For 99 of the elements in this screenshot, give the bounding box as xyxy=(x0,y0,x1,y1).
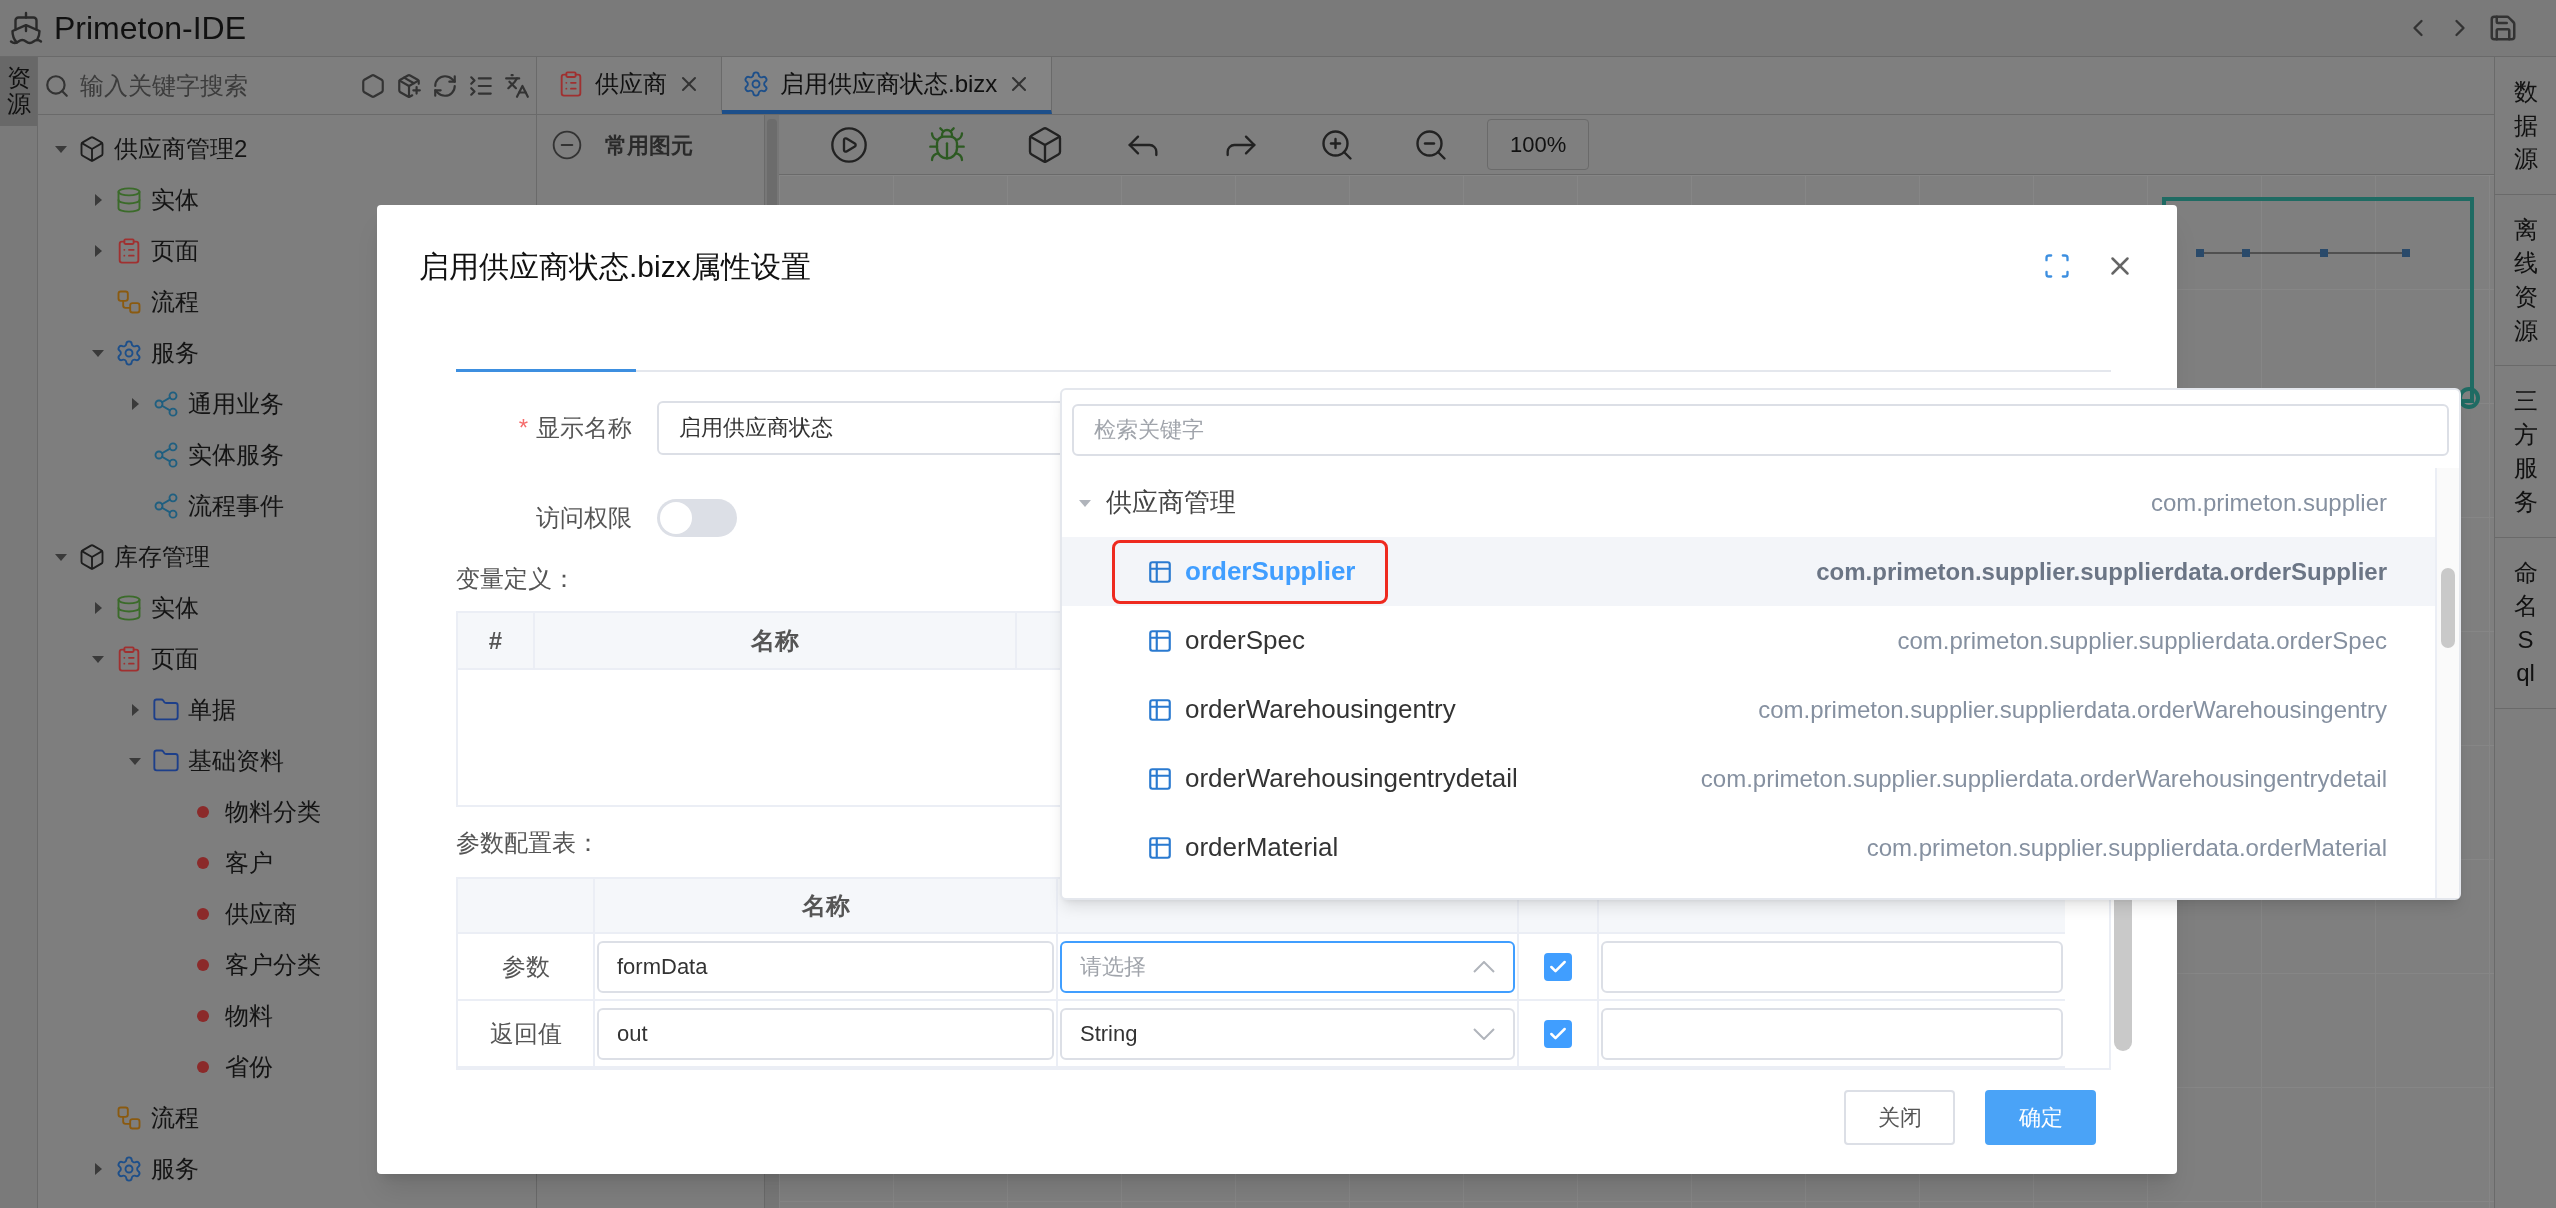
language-icon[interactable] xyxy=(504,72,530,99)
tree-item[interactable]: 省份 xyxy=(225,1048,273,1085)
dropdown-item[interactable]: orderSupplier com.primeton.supplier.supplierdata.orderSupplier xyxy=(1062,537,2435,606)
table-icon xyxy=(1147,696,1173,723)
group-label[interactable]: 供应商管理 xyxy=(1106,483,1236,522)
side-tab[interactable]: 离线资源 xyxy=(2495,194,2556,367)
column-header: # xyxy=(458,613,535,668)
item-label: orderMaterial xyxy=(1112,815,1372,880)
tree-item[interactable]: 客户分类 xyxy=(225,946,321,983)
column-header: 名称 xyxy=(595,879,1058,934)
tree-item[interactable]: 实体 xyxy=(151,181,199,218)
refresh-icon[interactable] xyxy=(432,72,458,99)
gear-icon xyxy=(115,338,143,367)
dropdown-item[interactable]: orderSpec com.primeton.supplier.supplierdata.orderSpec xyxy=(1062,606,2435,675)
cube-icon xyxy=(78,134,106,163)
required-mark: * xyxy=(518,413,528,443)
item-label: orderWarehousingentry xyxy=(1112,677,1489,742)
tree-item[interactable]: 实体服务 xyxy=(188,436,284,473)
dropdown-item[interactable]: orderMaterial com.primeton.supplier.supplierdata.orderMaterial xyxy=(1062,813,2435,882)
package-path: com.primeton.supplier xyxy=(2150,487,2387,518)
section-label: 变量定义： xyxy=(456,564,576,594)
type-select[interactable]: 请选择 xyxy=(1060,940,1515,993)
logo-icon xyxy=(8,10,44,46)
name-field[interactable]: formData xyxy=(597,940,1054,993)
description-field[interactable] xyxy=(1601,940,2063,993)
tree-item[interactable]: 流程 xyxy=(151,1099,199,1136)
row-label: 参数 xyxy=(458,934,595,1001)
dialog-title: 启用供应商状态.bizx属性设置 xyxy=(419,248,811,285)
table-icon xyxy=(1147,765,1173,792)
chevron-up-icon xyxy=(1473,960,1495,973)
description-field[interactable] xyxy=(1601,1007,2063,1060)
search-field[interactable]: 输入关键字搜索 xyxy=(80,67,350,104)
tree-item[interactable]: 服务 xyxy=(151,1150,199,1187)
close-button[interactable]: 关闭 xyxy=(1844,1090,1955,1145)
table-icon xyxy=(1147,558,1173,585)
tree-item[interactable]: 服务 xyxy=(151,334,199,371)
required-checkbox[interactable] xyxy=(1544,1019,1572,1048)
branch-icon xyxy=(152,491,180,520)
access-toggle[interactable] xyxy=(657,499,737,537)
entity-path: com.primeton.supplier.supplierdata.orderWarehousingentrydetail xyxy=(1700,763,2387,794)
entity-path: com.primeton.supplier.supplierdata.orderSpec xyxy=(1897,625,2387,656)
search-field[interactable]: 检索关键字 xyxy=(1072,404,2449,456)
tree-item[interactable]: 库存管理 xyxy=(114,538,210,575)
add-package-icon[interactable] xyxy=(396,72,422,99)
fullscreen-icon[interactable] xyxy=(2043,252,2071,280)
entity-path: com.primeton.supplier.supplierdata.orderMaterial xyxy=(1866,832,2387,863)
item-label: orderSpec xyxy=(1112,608,1338,673)
chevron-down-icon xyxy=(1473,1027,1495,1040)
tree-item[interactable]: 通用业务 xyxy=(188,385,284,422)
search-icon xyxy=(44,72,70,99)
side-tab[interactable]: 资源 xyxy=(0,57,37,126)
database-icon xyxy=(115,593,143,622)
gear-icon xyxy=(115,1154,143,1183)
editor-tab[interactable]: 启用供应商状态.bizx xyxy=(722,57,1053,114)
confirm-button[interactable]: 确定 xyxy=(1985,1090,2096,1145)
zoom-level[interactable]: 100% xyxy=(1487,119,1590,170)
branch-icon xyxy=(152,440,180,469)
table-icon xyxy=(1147,834,1173,861)
tree-item[interactable]: 供应商 xyxy=(225,895,297,932)
tree-item[interactable]: 页面 xyxy=(151,640,199,677)
run-icon[interactable] xyxy=(829,124,869,165)
required-checkbox[interactable] xyxy=(1544,952,1572,981)
table-icon xyxy=(1147,627,1173,654)
cube-icon xyxy=(78,542,106,571)
scrollbar[interactable] xyxy=(2441,568,2455,648)
row-label: 返回值 xyxy=(458,1001,595,1068)
tree-item[interactable]: 流程事件 xyxy=(188,487,284,524)
column-header: 名称 xyxy=(535,613,1017,668)
database-icon xyxy=(115,185,143,214)
name-field[interactable]: out xyxy=(597,1007,1054,1060)
side-tab[interactable]: 命名Sql xyxy=(2495,537,2556,709)
palette-title: 常用图元 xyxy=(605,131,693,160)
tree-item[interactable]: 流程 xyxy=(151,283,199,320)
tree-item[interactable]: 物料 xyxy=(225,997,273,1034)
side-tab[interactable]: 数据源 xyxy=(2495,57,2556,195)
entity-path: com.primeton.supplier.supplierdata.orderWarehousingentry xyxy=(1758,694,2387,725)
item-label: orderWarehousingentrydetail xyxy=(1112,746,1551,811)
dropdown-item[interactable]: orderWarehousingentrydetail com.primeton.supplier.supplierdata.orderWarehousingentrydetail xyxy=(1062,744,2435,813)
tree-item[interactable]: 实体 xyxy=(151,589,199,626)
tree-item[interactable]: 物料分类 xyxy=(225,793,321,830)
highlight-frame: orderSupplier xyxy=(1112,539,1389,604)
collapse-icon[interactable] xyxy=(551,129,583,161)
save-icon[interactable] xyxy=(2488,13,2518,43)
field-label: 访问权限 xyxy=(536,503,632,533)
gear-icon xyxy=(742,69,770,98)
tree-item[interactable]: 页面 xyxy=(151,232,199,269)
tree-item[interactable]: 单据 xyxy=(188,691,236,728)
type-select[interactable]: String xyxy=(1060,1007,1515,1060)
tree-item[interactable]: 供应商管理2 xyxy=(114,130,248,167)
field-label: 显示名称 xyxy=(536,413,632,443)
dropdown-item[interactable]: orderWarehousingentry com.primeton.supplier.supplierdata.orderWarehousingentry xyxy=(1062,675,2435,744)
section-label: 参数配置表： xyxy=(456,828,600,858)
hexagon-icon[interactable] xyxy=(360,72,386,99)
side-tab[interactable]: 三方服务 xyxy=(2495,366,2556,538)
tree-item[interactable]: 基础资料 xyxy=(188,742,284,779)
app-title: Primeton-IDE xyxy=(54,9,247,48)
tree-item[interactable]: 客户 xyxy=(225,844,273,881)
entity-path: com.primeton.supplier.supplierdata.orderSupplier xyxy=(1816,556,2387,587)
branch-icon xyxy=(152,389,180,418)
